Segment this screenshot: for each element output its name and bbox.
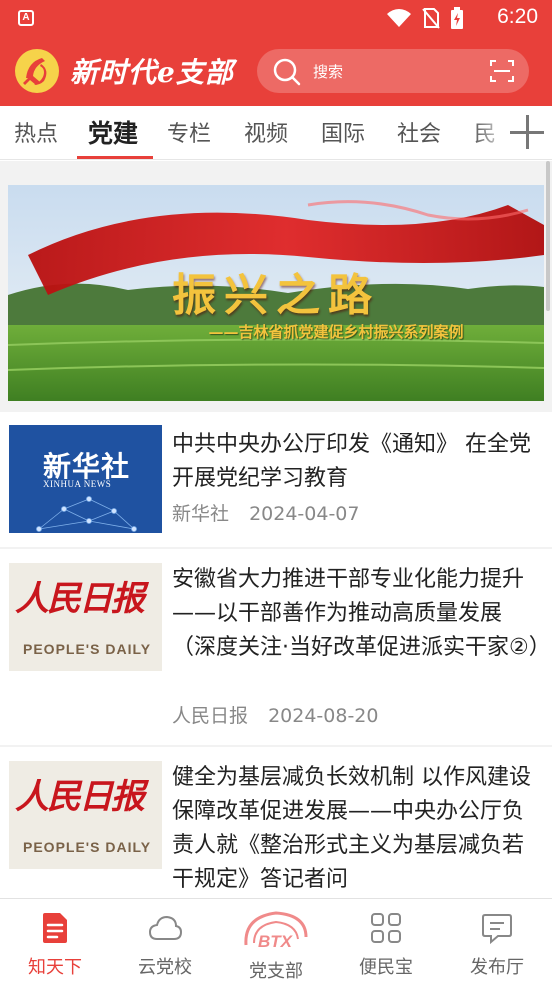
message-icon — [482, 914, 512, 945]
battery-charging-icon — [451, 7, 463, 29]
tab-party-building[interactable]: 党建 — [88, 114, 138, 150]
no-sim-icon — [422, 8, 440, 29]
add-tab-icon[interactable] — [510, 115, 544, 149]
news-source: 新华社 — [172, 503, 230, 525]
app-header: 新时代e支部 搜索 — [0, 36, 552, 106]
news-headline: 中共中央办公厅印发《通知》 在全党开展党纪学习教育 — [172, 432, 531, 491]
thumbnail-logo-text: 人民日报 — [15, 579, 145, 619]
scrollbar[interactable] — [546, 161, 550, 311]
news-headline: 健全为基层减负长效机制 以作风建设保障改革促进发展——中央办公厅负责人就《整治形… — [172, 765, 531, 892]
news-meta: 人民日报 2024-08-20 — [172, 701, 378, 728]
status-icons — [386, 7, 464, 29]
notification-app-icon: A — [18, 10, 34, 26]
news-date: 2024-08-20 — [268, 705, 379, 727]
scan-icon[interactable] — [489, 59, 515, 83]
news-source: 人民日报 — [172, 705, 249, 727]
news-date: 2024-04-07 — [249, 503, 360, 525]
tab-column[interactable]: 专栏 — [167, 116, 211, 148]
thumbnail-logo-text: 人民日报 — [15, 777, 145, 817]
nav-fabuting[interactable]: 发布厅 — [442, 899, 552, 983]
grid-icon — [371, 913, 401, 943]
nav-label: 党支部 — [249, 961, 303, 982]
btx-logo-text: BTX — [258, 932, 294, 951]
banner-subtitle: ——吉林省抓党建促乡村振兴系列案例 — [208, 323, 464, 341]
thumbnail-logo-subtext: XINHUA NEWS — [43, 479, 112, 489]
featured-banner[interactable]: 振兴之路 ——吉林省抓党建促乡村振兴系列案例 — [8, 185, 544, 401]
news-item[interactable]: 人民日报 PEOPLE'S DAILY 健全为基层减负长效机制 以作风建设保障改… — [0, 747, 552, 898]
status-bar: A 6:20 — [0, 0, 552, 36]
thumbnail-logo-subtext: PEOPLE'S DAILY — [23, 839, 152, 855]
search-placeholder: 搜索 — [313, 63, 344, 81]
nav-zhitianxia[interactable]: 知天下 — [0, 899, 110, 983]
category-tabs: 热点 党建 专栏 视频 国际 社会 民 — [0, 106, 552, 160]
news-item[interactable]: 新华社 XINHUA NEWS 中共中央办公厅印发《通知》 在全党开展党纪学习教… — [0, 412, 552, 547]
news-thumbnail: 新华社 XINHUA NEWS — [9, 425, 162, 533]
nav-label: 云党校 — [138, 957, 192, 978]
news-thumbnail: 人民日报 PEOPLE'S DAILY — [9, 563, 162, 671]
tab-society[interactable]: 社会 — [397, 116, 441, 148]
nav-label: 发布厅 — [470, 957, 524, 978]
news-headline: 安徽省大力推进干部专业化能力提升——以干部善作为推动高质量发展（深度关注·当好改… — [172, 567, 551, 660]
tab-hot[interactable]: 热点 — [14, 116, 58, 148]
wifi-icon — [387, 9, 411, 27]
status-time: 6:20 — [497, 5, 538, 28]
party-emblem-icon — [15, 49, 59, 93]
app-title: 新时代e支部 — [70, 56, 234, 89]
news-list: 新华社 XINHUA NEWS 中共中央办公厅印发《通知》 在全党开展党纪学习教… — [0, 412, 552, 898]
tab-video[interactable]: 视频 — [244, 116, 288, 148]
news-feed[interactable]: 振兴之路 ——吉林省抓党建促乡村振兴系列案例 新华社 XINHUA NEWS 中… — [0, 161, 552, 898]
bottom-nav: 知天下 云党校 BTX 党支部 便民宝 发布厅 — [0, 898, 552, 983]
banner-title: 振兴之路 — [172, 270, 380, 321]
thumbnail-logo-subtext: PEOPLE'S DAILY — [23, 641, 152, 657]
nav-yundangxiao[interactable]: 云党校 — [110, 899, 220, 983]
network-graphic — [36, 496, 137, 532]
nav-label: 便民宝 — [359, 957, 413, 978]
app-logo: 新时代e支部 — [14, 48, 234, 94]
tab-fade — [472, 106, 512, 158]
news-thumbnail: 人民日报 PEOPLE'S DAILY — [9, 761, 162, 869]
nav-bianminbao[interactable]: 便民宝 — [331, 899, 441, 983]
cloud-icon — [148, 915, 182, 940]
tab-international[interactable]: 国际 — [321, 116, 365, 148]
search-icon — [273, 58, 301, 86]
news-meta: 新华社 2024-04-07 — [172, 499, 359, 526]
nav-label: 知天下 — [28, 957, 82, 978]
active-tab-indicator — [77, 156, 153, 159]
search-bar[interactable]: 搜索 — [257, 49, 529, 93]
news-item[interactable]: 人民日报 PEOPLE'S DAILY 安徽省大力推进干部专业化能力提升——以干… — [0, 549, 552, 745]
nav-dangzhibu[interactable]: BTX 党支部 — [221, 899, 331, 983]
document-icon — [43, 913, 67, 943]
btx-logo-icon: BTX — [244, 911, 308, 951]
